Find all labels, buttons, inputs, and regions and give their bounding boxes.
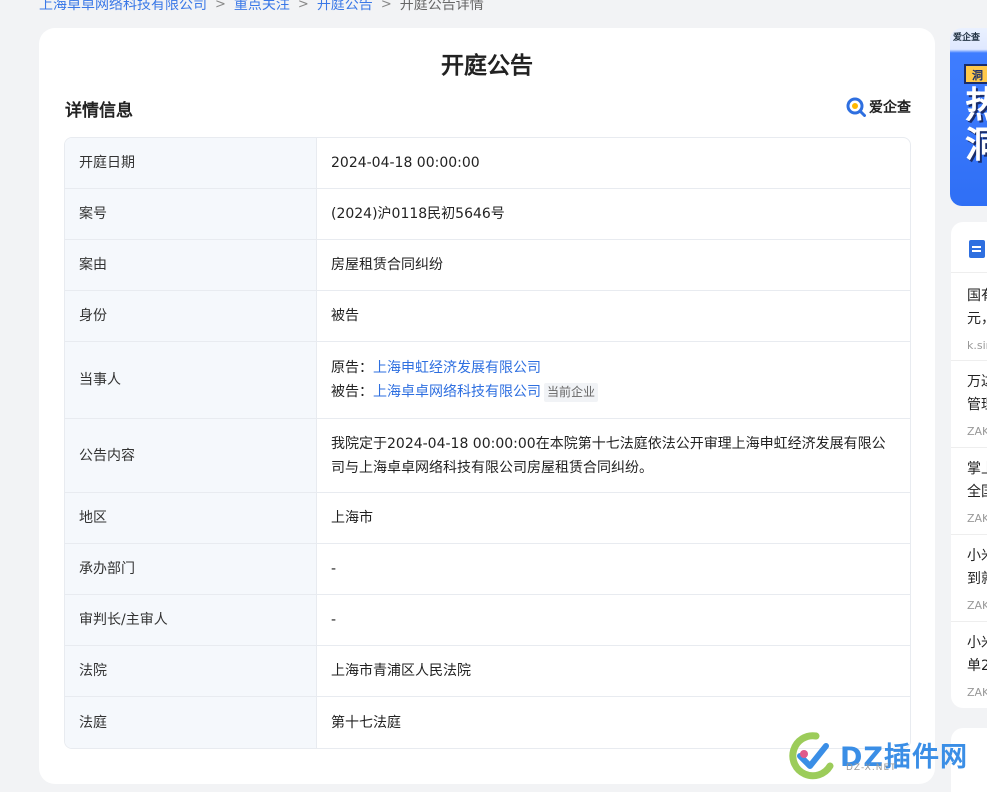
row-label: 承办部门 xyxy=(65,544,317,595)
defendant-link[interactable]: 上海卓卓网络科技有限公司 xyxy=(373,384,541,400)
row-label: 当事人 xyxy=(65,342,317,419)
table-row: 身份 被告 xyxy=(65,291,910,342)
case-number-value: (2024)沪0118民初5646号 xyxy=(317,189,910,240)
table-row: 地区 上海市 xyxy=(65,493,910,544)
identity-value: 被告 xyxy=(317,291,910,342)
row-label: 审判长/主审人 xyxy=(65,595,317,646)
news-title: 掌上 全国 xyxy=(967,461,987,500)
ad-brand-text: 爱企查 xyxy=(953,33,981,43)
watermark-subtext: DZ-X.NET xyxy=(846,763,897,773)
table-row: 公告内容 我院定于2024-04-18 00:00:00在本院第十七法庭依法公开… xyxy=(65,419,910,493)
defendant-line: 被告：上海卓卓网络科技有限公司 当前企业 xyxy=(331,380,896,404)
ad-tag: 洞 xyxy=(964,64,987,84)
plaintiff-link[interactable]: 上海申虹经济发展有限公司 xyxy=(373,360,541,376)
breadcrumb-company-link[interactable]: 上海卓卓网络科技有限公司 xyxy=(39,0,207,14)
detail-table: 开庭日期 2024-04-18 00:00:00 案号 (2024)沪0118民… xyxy=(64,137,911,749)
table-row: 审判长/主审人 - xyxy=(65,595,910,646)
news-item[interactable]: 万达 管理 ZAK xyxy=(951,360,987,444)
news-title: 国有 元， xyxy=(967,288,987,327)
row-label: 开庭日期 xyxy=(65,138,317,189)
breadcrumb: 上海卓卓网络科技有限公司 > 重点关注 > 开庭公告 > 开庭公告详情 xyxy=(39,0,484,14)
news-item[interactable]: 小米 到就 ZAK xyxy=(951,534,987,618)
row-label: 案号 xyxy=(65,189,317,240)
watermark-logo-icon xyxy=(789,732,834,780)
document-icon xyxy=(969,240,985,258)
brand-logo[interactable]: 爱企查 xyxy=(846,97,911,117)
magnifier-logo-icon xyxy=(846,97,866,117)
breadcrumb-separator: > xyxy=(380,0,392,12)
row-label: 法院 xyxy=(65,646,317,697)
news-source: k.sin xyxy=(967,339,987,352)
news-source: ZAK xyxy=(967,425,987,438)
presiding-judge-value: - xyxy=(317,595,910,646)
plaintiff-label: 原告： xyxy=(331,360,373,376)
region-value: 上海市 xyxy=(317,493,910,544)
detail-card: 开庭公告 详情信息 爱企查 开庭日期 2024-04-18 00:00:00 案… xyxy=(39,28,935,784)
ad-headline: 热 洞 xyxy=(965,85,987,166)
breadcrumb-separator: > xyxy=(215,0,226,12)
breadcrumb-separator: > xyxy=(297,0,309,12)
plaintiff-line: 原告：上海申虹经济发展有限公司 xyxy=(331,356,896,380)
current-company-badge: 当前企业 xyxy=(544,383,599,402)
watermark: DZ插件网 DZ-X.NET xyxy=(786,726,986,782)
case-cause-value: 房屋租赁合同纠纷 xyxy=(317,240,910,291)
table-row: 法院 上海市青浦区人民法院 xyxy=(65,646,910,697)
table-row: 承办部门 - xyxy=(65,544,910,595)
department-value: - xyxy=(317,544,910,595)
breadcrumb-current: 开庭公告详情 xyxy=(399,0,484,13)
breadcrumb-focus-link[interactable]: 重点关注 xyxy=(234,0,290,14)
defendant-label: 被告： xyxy=(331,384,373,400)
news-source: ZAK xyxy=(967,686,987,699)
row-label: 公告内容 xyxy=(65,419,317,493)
news-item[interactable]: 国有 元， k.sin xyxy=(951,272,987,356)
row-label: 地区 xyxy=(65,493,317,544)
news-title: 小米 到就 xyxy=(967,548,987,587)
news-item[interactable]: 小米 单2 ZAK xyxy=(951,621,987,705)
table-row: 法庭 第十七法庭 xyxy=(65,697,910,748)
news-source: ZAK xyxy=(967,512,987,525)
hearing-date-value: 2024-04-18 00:00:00 xyxy=(317,138,910,189)
row-label: 身份 xyxy=(65,291,317,342)
court-value: 上海市青浦区人民法院 xyxy=(317,646,910,697)
news-title: 小米 单2 xyxy=(967,635,987,674)
section-title: 详情信息 xyxy=(65,101,133,121)
announcement-content-value: 我院定于2024-04-18 00:00:00在本院第十七法庭依法公开审理上海申… xyxy=(317,419,910,493)
row-label: 案由 xyxy=(65,240,317,291)
news-panel: 国有 元， k.sin 万达 管理 ZAK 掌上 全国 ZAK 小米 到就 ZA… xyxy=(951,222,987,708)
news-item[interactable]: 掌上 全国 ZAK xyxy=(951,447,987,531)
brand-name: 爱企查 xyxy=(869,100,911,116)
ad-banner[interactable]: 爱企查 洞 热 洞 xyxy=(950,28,987,206)
page-title: 开庭公告 xyxy=(441,53,533,79)
table-row: 开庭日期 2024-04-18 00:00:00 xyxy=(65,138,910,189)
row-label: 法庭 xyxy=(65,697,317,748)
news-source: ZAK xyxy=(967,599,987,612)
table-row: 当事人 原告：上海申虹经济发展有限公司 被告：上海卓卓网络科技有限公司 当前企业 xyxy=(65,342,910,419)
breadcrumb-hearing-notice-link[interactable]: 开庭公告 xyxy=(317,0,373,14)
table-row: 案号 (2024)沪0118民初5646号 xyxy=(65,189,910,240)
parties-value: 原告：上海申虹经济发展有限公司 被告：上海卓卓网络科技有限公司 当前企业 xyxy=(317,342,910,419)
news-title: 万达 管理 xyxy=(967,374,987,413)
table-row: 案由 房屋租赁合同纠纷 xyxy=(65,240,910,291)
